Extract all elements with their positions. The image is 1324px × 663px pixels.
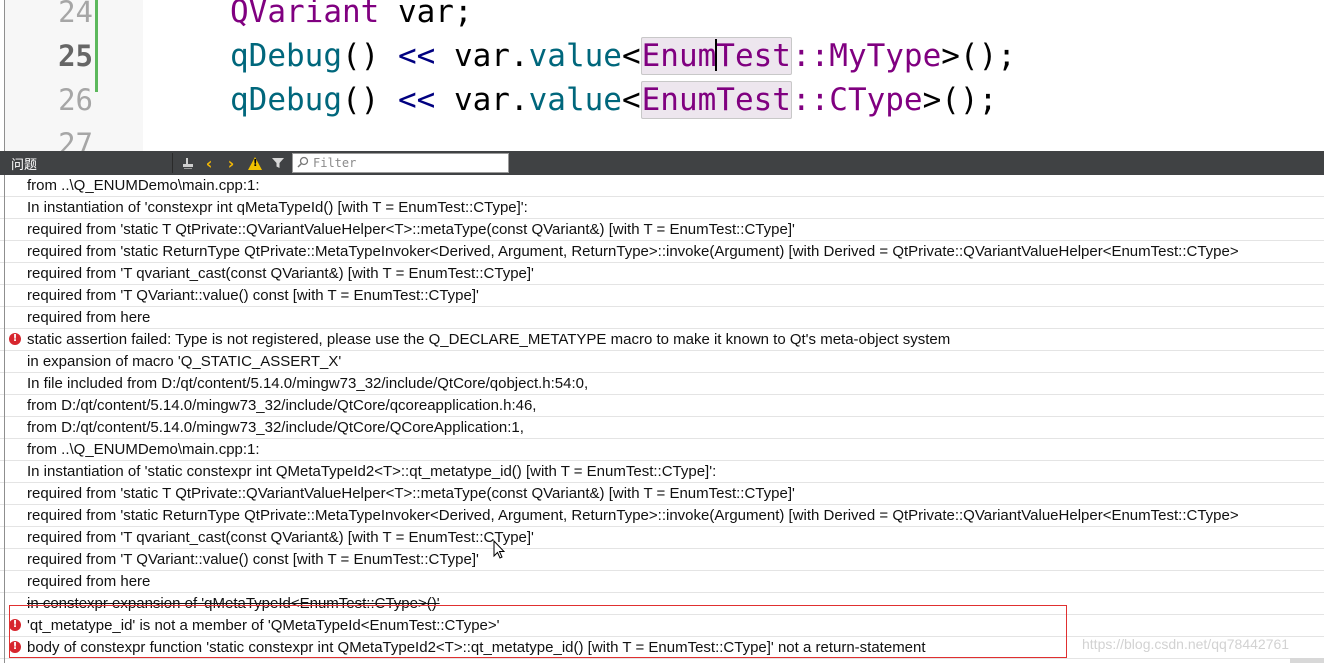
line-number: 27 bbox=[58, 127, 93, 151]
symbol-highlight: EnumTest bbox=[640, 37, 792, 75]
function-token: qDebug bbox=[230, 38, 342, 74]
line-number: 24 bbox=[58, 0, 93, 29]
issue-text: required from here bbox=[27, 309, 151, 326]
issue-text: required from 'static ReturnType QtPriva… bbox=[27, 507, 1239, 524]
issue-row[interactable]: In file included from D:/qt/content/5.14… bbox=[0, 373, 1324, 395]
search-icon bbox=[293, 156, 313, 171]
issue-text: static assertion failed: Type is not reg… bbox=[27, 331, 951, 348]
issue-text: from D:/qt/content/5.14.0/mingw73_32/inc… bbox=[27, 397, 537, 414]
issue-row[interactable]: required from here bbox=[0, 307, 1324, 329]
issue-text: required from 'static T QtPrivate::QVari… bbox=[27, 221, 795, 238]
issue-text: required from 'T QVariant::value() const… bbox=[27, 287, 479, 304]
function-token: qDebug bbox=[230, 82, 342, 118]
code-token: >(); bbox=[922, 82, 998, 118]
issue-text: from ..\Q_ENUMDemo\main.cpp:1: bbox=[27, 441, 260, 458]
code-token: () bbox=[341, 38, 398, 74]
scrollbar-corner bbox=[1290, 658, 1324, 663]
issues-list: from ..\Q_ENUMDemo\main.cpp:1: In instan… bbox=[0, 175, 1324, 663]
issue-text: 'qt_metatype_id' is not a member of 'QMe… bbox=[27, 617, 500, 634]
code-token: < bbox=[621, 38, 641, 74]
issue-row[interactable]: from ..\Q_ENUMDemo\main.cpp:1: bbox=[0, 175, 1324, 197]
issue-text: In file included from D:/qt/content/5.14… bbox=[27, 375, 589, 392]
build-step-icon[interactable] bbox=[178, 153, 198, 173]
issue-text: required from 'T qvariant_cast(const QVa… bbox=[27, 529, 534, 546]
issue-text: from D:/qt/content/5.14.0/mingw73_32/inc… bbox=[27, 419, 524, 436]
issue-text: body of constexpr function 'static const… bbox=[27, 639, 926, 656]
issue-row[interactable]: required from 'T QVariant::value() const… bbox=[0, 285, 1324, 307]
type-token: Enum bbox=[641, 38, 717, 74]
issue-text: in expansion of macro 'Q_STATIC_ASSERT_X… bbox=[27, 353, 342, 370]
issue-row[interactable]: required from 'static T QtPrivate::QVari… bbox=[0, 483, 1324, 505]
issue-text: required from here bbox=[27, 573, 151, 590]
issues-pane-toolbar: 问题 ‹ › bbox=[0, 151, 1324, 175]
code-token: var. bbox=[453, 38, 529, 74]
line-number: 26 bbox=[58, 83, 93, 117]
operator-token: << bbox=[397, 82, 436, 118]
filter-input[interactable] bbox=[313, 156, 503, 170]
issue-row[interactable]: required from 'static ReturnType QtPriva… bbox=[0, 241, 1324, 263]
mouse-pointer-icon bbox=[493, 540, 505, 559]
issue-text: required from 'static ReturnType QtPriva… bbox=[27, 243, 1239, 260]
issue-row[interactable]: from D:/qt/content/5.14.0/mingw73_32/inc… bbox=[0, 395, 1324, 417]
issue-row[interactable]: in expansion of macro 'Q_STATIC_ASSERT_X… bbox=[0, 351, 1324, 373]
issue-row[interactable]: required from 'T qvariant_cast(const QVa… bbox=[0, 263, 1324, 285]
issue-text: required from 'static T QtPrivate::QVari… bbox=[27, 485, 795, 502]
code-token: var. bbox=[453, 82, 529, 118]
type-token: ::MyType bbox=[791, 38, 942, 74]
method-token: value bbox=[528, 82, 622, 118]
issue-row[interactable]: In instantiation of 'static constexpr in… bbox=[0, 461, 1324, 483]
current-line-number: 25 bbox=[58, 39, 93, 73]
issue-row[interactable]: required from here bbox=[0, 571, 1324, 593]
code-line-26[interactable]: qDebug() << var.value<EnumTest::CType>()… bbox=[230, 78, 997, 122]
code-token: < bbox=[621, 82, 641, 118]
issue-row[interactable]: from D:/qt/content/5.14.0/mingw73_32/inc… bbox=[0, 417, 1324, 439]
type-token: ::CType bbox=[791, 82, 923, 118]
issue-text: In instantiation of 'constexpr int qMeta… bbox=[27, 199, 528, 216]
issue-row[interactable]: from ..\Q_ENUMDemo\main.cpp:1: bbox=[0, 439, 1324, 461]
issue-row-error[interactable]: ! static assertion failed: Type is not re… bbox=[0, 329, 1324, 351]
type-token: Test bbox=[716, 38, 791, 74]
error-icon: ! bbox=[9, 619, 21, 631]
filter-icon[interactable] bbox=[268, 153, 288, 173]
issue-row[interactable]: required from 'static T QtPrivate::QVari… bbox=[0, 219, 1324, 241]
warning-filter-icon[interactable] bbox=[245, 153, 265, 173]
type-token: QVariant bbox=[230, 0, 380, 30]
issue-text: required from 'T QVariant::value() const… bbox=[27, 551, 479, 568]
issue-text: In instantiation of 'static constexpr in… bbox=[27, 463, 717, 480]
next-icon[interactable]: › bbox=[221, 153, 241, 173]
issues-pane-title: 问题 bbox=[11, 158, 38, 173]
error-icon: ! bbox=[9, 333, 21, 345]
issue-row[interactable]: in constexpr expansion of 'qMetaTypeId<E… bbox=[0, 593, 1324, 615]
modified-lines-marker bbox=[95, 0, 98, 92]
pane-border bbox=[4, 175, 5, 663]
issue-text: required from 'T qvariant_cast(const QVa… bbox=[27, 265, 534, 282]
filter-input-container[interactable] bbox=[292, 153, 509, 173]
previous-icon[interactable]: ‹ bbox=[199, 153, 219, 173]
code-token: () bbox=[341, 82, 398, 118]
toolbar-separator bbox=[172, 153, 173, 173]
issue-row[interactable]: required from 'T qvariant_cast(const QVa… bbox=[0, 527, 1324, 549]
code-line-25[interactable]: qDebug() << var.value<EnumTest::MyType>(… bbox=[230, 34, 1016, 78]
operator-token: << bbox=[397, 38, 436, 74]
code-editor[interactable]: 24 25 26 27 QVariant var; qDebug() << va… bbox=[0, 0, 1324, 151]
method-token: value bbox=[528, 38, 622, 74]
symbol-highlight: EnumTest bbox=[640, 81, 792, 119]
error-icon: ! bbox=[9, 641, 21, 653]
watermark: https://blog.csdn.net/qq78442761 bbox=[1082, 636, 1290, 652]
code-token: >(); bbox=[941, 38, 1016, 74]
issue-text: from ..\Q_ENUMDemo\main.cpp:1: bbox=[27, 177, 260, 194]
code-line-24[interactable]: QVariant var; bbox=[230, 0, 473, 34]
issue-row[interactable]: required from 'static ReturnType QtPriva… bbox=[0, 505, 1324, 527]
code-token: var; bbox=[379, 0, 473, 30]
issue-row[interactable]: In instantiation of 'constexpr int qMeta… bbox=[0, 197, 1324, 219]
issue-text: in constexpr expansion of 'qMetaTypeId<E… bbox=[27, 595, 440, 612]
issue-row-error[interactable]: ! 'qt_metatype_id' is not a member of 'QM… bbox=[0, 615, 1324, 637]
issue-row[interactable]: required from 'T QVariant::value() const… bbox=[0, 549, 1324, 571]
